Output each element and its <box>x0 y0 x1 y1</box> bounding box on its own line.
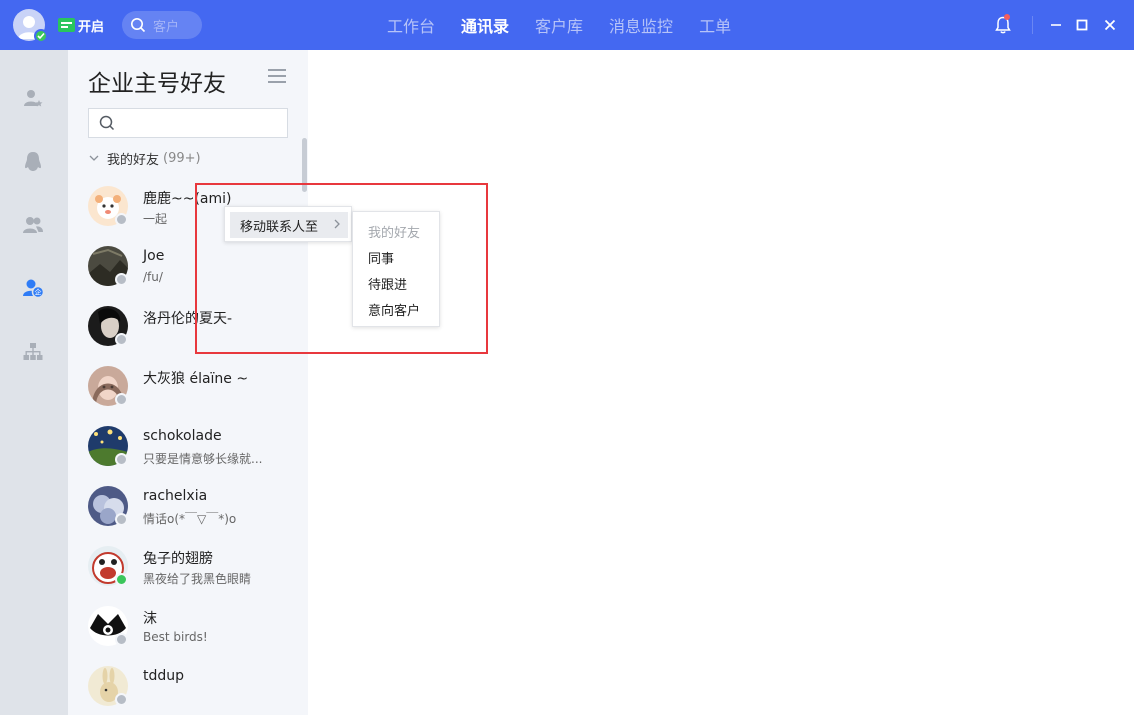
enterprise-account-icon: 企 <box>23 279 45 299</box>
chevron-right-icon <box>334 219 340 229</box>
menu-icon-line <box>268 69 286 71</box>
status-dot <box>115 273 128 286</box>
status-label: 开启 <box>78 19 105 35</box>
minimize-icon <box>1051 24 1061 26</box>
rail-item-starred-contacts[interactable] <box>19 84 47 112</box>
tab-message-monitor[interactable]: 消息监控 <box>609 13 673 37</box>
org-chart-icon <box>23 343 43 360</box>
submenu-item-follow-up[interactable]: 待跟进 <box>353 270 439 296</box>
contact-name: 沫 <box>143 611 157 627</box>
group-users-icon <box>23 217 43 233</box>
notification-badge <box>1004 14 1010 20</box>
list-item[interactable]: 兔子的翅膀 黑夜给了我黑色眼睛 <box>68 538 302 598</box>
tab-contacts[interactable]: 通讯录 <box>461 13 509 37</box>
contact-signature: /fu/ <box>143 270 163 284</box>
contact-star-icon <box>24 90 43 107</box>
contact-search-input[interactable] <box>88 108 288 138</box>
status-dot <box>115 633 128 646</box>
rail-item-enterprise[interactable]: 企 <box>19 274 47 302</box>
status-dot <box>115 453 128 466</box>
qq-penguin-icon <box>25 152 41 171</box>
tab-work-order[interactable]: 工单 <box>699 13 731 37</box>
rail-item-qq[interactable] <box>19 148 47 176</box>
contacts-panel: 企业主号好友 我的好友 (99+) 鹿鹿~~(ami) 一起 Joe /fu/ … <box>68 50 308 715</box>
status-dot <box>115 333 128 346</box>
contact-name: schokolade <box>143 428 222 444</box>
move-contact-menu-item[interactable]: 移动联系人至 <box>230 212 348 238</box>
bell-icon <box>995 16 1011 34</box>
context-menu: 移动联系人至 <box>224 206 352 242</box>
list-item[interactable]: Joe /fu/ <box>68 238 302 298</box>
list-item[interactable]: 大灰狼 élaïne ~ <box>68 358 302 418</box>
main-nav: 工作台 通讯录 客户库 消息监控 工单 <box>374 0 744 50</box>
svg-text:企: 企 <box>35 288 42 297</box>
list-item[interactable]: 沫 Best birds! <box>68 598 302 658</box>
close-button[interactable] <box>1100 0 1120 50</box>
contact-signature: 只要是情意够长缘就... <box>143 452 263 466</box>
list-item[interactable]: schokolade 只要是情意够长缘就... <box>68 418 302 478</box>
contact-name: Joe <box>143 248 165 264</box>
chat-icon <box>58 18 75 32</box>
contact-name: rachelxia <box>143 488 208 504</box>
contact-signature: 一起 <box>143 212 168 226</box>
menu-icon-line <box>268 75 286 77</box>
list-item[interactable]: tddup <box>68 658 302 715</box>
submenu-item-my-friends: 我的好友 <box>368 225 421 241</box>
group-count: (99+) <box>163 150 201 166</box>
maximize-button[interactable] <box>1072 0 1092 50</box>
panel-title: 企业主号好友 <box>88 71 226 97</box>
submenu-item-prospects[interactable]: 意向客户 <box>353 296 439 322</box>
status-toggle[interactable]: 开启 <box>58 15 104 35</box>
chevron-down-icon <box>89 155 99 161</box>
menu-icon-line <box>268 81 286 83</box>
status-dot <box>115 393 128 406</box>
status-dot <box>115 693 128 706</box>
rail-item-org-structure[interactable] <box>19 338 47 366</box>
contact-name: 大灰狼 élaïne ~ <box>143 371 249 387</box>
list-item[interactable]: 洛丹伦的夏天- <box>68 298 302 358</box>
contact-list: 鹿鹿~~(ami) 一起 Joe /fu/ 洛丹伦的夏天- 大灰狼 élaïne… <box>68 178 302 715</box>
online-status-icon <box>34 29 48 43</box>
title-bar: 开启 客户 工作台 通讯录 客户库 消息监控 工单 <box>0 0 1134 50</box>
close-icon <box>1104 19 1116 31</box>
contact-name: 洛丹伦的夏天- <box>143 311 233 327</box>
status-dot <box>115 513 128 526</box>
contact-signature: Best birds! <box>143 630 208 644</box>
search-icon <box>99 115 115 131</box>
contacts-scrollbar[interactable] <box>302 138 307 192</box>
rail-item-groups[interactable] <box>19 211 47 239</box>
panel-menu-button[interactable] <box>268 69 286 85</box>
status-dot <box>115 213 128 226</box>
search-icon <box>131 18 146 33</box>
list-item[interactable]: rachelxia 情话o(*￣▽￣*)o <box>68 478 302 538</box>
titlebar-divider <box>1032 16 1033 34</box>
contact-name: tddup <box>143 668 185 684</box>
minimize-button[interactable] <box>1046 0 1066 50</box>
contact-name: 兔子的翅膀 <box>143 551 213 567</box>
tab-workbench[interactable]: 工作台 <box>387 13 435 37</box>
contact-name: 鹿鹿~~(ami) <box>143 191 232 207</box>
search-placeholder: 客户 <box>153 19 180 35</box>
contact-signature: 情话o(*￣▽￣*)o <box>143 512 237 526</box>
status-dot <box>115 573 128 586</box>
contact-signature: 黑夜给了我黑色眼睛 <box>143 572 252 586</box>
submenu-item-colleagues[interactable]: 同事 <box>353 244 439 270</box>
left-rail: 企 <box>0 50 68 715</box>
menu-item-label: 移动联系人至 <box>240 219 319 235</box>
group-header-my-friends[interactable]: 我的好友 (99+) <box>88 148 201 168</box>
group-name: 我的好友 <box>107 152 160 168</box>
tab-customer-base[interactable]: 客户库 <box>535 13 583 37</box>
group-submenu: 我的好友 同事 待跟进 意向客户 <box>352 211 440 327</box>
notification-button[interactable] <box>990 0 1016 50</box>
customer-search[interactable]: 客户 <box>122 11 202 39</box>
maximize-icon <box>1076 19 1088 31</box>
